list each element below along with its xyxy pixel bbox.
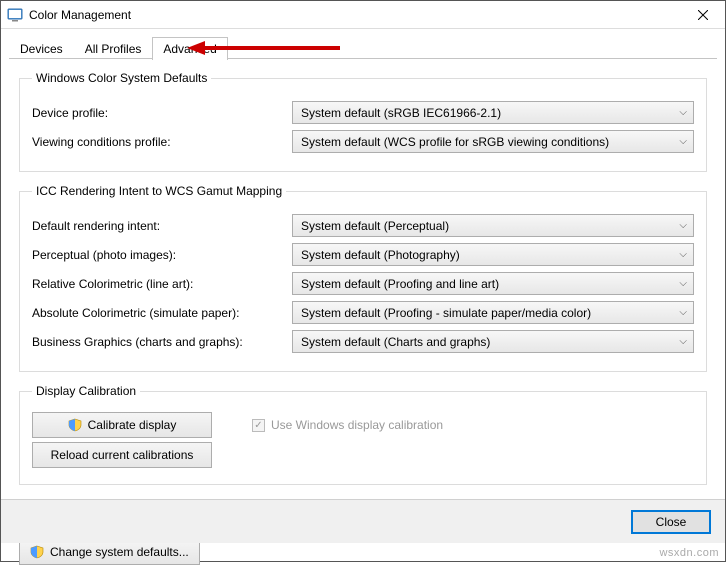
device-profile-dropdown[interactable]: System default (sRGB IEC61966-2.1) ⌵ <box>292 101 694 124</box>
group-windows-color-system-defaults: Windows Color System Defaults Device pro… <box>19 71 707 172</box>
close-button-label: Close <box>656 515 687 529</box>
tab-all-profiles[interactable]: All Profiles <box>74 37 153 60</box>
business-dropdown[interactable]: System default (Charts and graphs) ⌵ <box>292 330 694 353</box>
viewing-conditions-dropdown[interactable]: System default (WCS profile for sRGB vie… <box>292 130 694 153</box>
relative-value: System default (Proofing and line art) <box>301 277 499 291</box>
chevron-down-icon: ⌵ <box>679 307 687 318</box>
group-legend-calib: Display Calibration <box>32 384 140 398</box>
default-intent-label: Default rendering intent: <box>32 219 292 233</box>
chevron-down-icon: ⌵ <box>679 249 687 260</box>
business-label: Business Graphics (charts and graphs): <box>32 335 292 349</box>
window-title: Color Management <box>29 8 681 22</box>
change-system-defaults-button[interactable]: Change system defaults... <box>19 539 200 565</box>
chevron-down-icon: ⌵ <box>679 278 687 289</box>
change-system-defaults-label: Change system defaults... <box>50 545 189 559</box>
close-button[interactable]: Close <box>631 510 711 534</box>
watermark: wsxdn.com <box>659 547 719 559</box>
chevron-down-icon: ⌵ <box>679 107 687 118</box>
use-windows-calibration-label: Use Windows display calibration <box>271 418 443 432</box>
calibrate-display-button[interactable]: Calibrate display <box>32 412 212 438</box>
chevron-down-icon: ⌵ <box>679 220 687 231</box>
viewing-conditions-value: System default (WCS profile for sRGB vie… <box>301 135 609 149</box>
group-display-calibration: Display Calibration Calibrate display ✓ … <box>19 384 707 485</box>
tab-content: Windows Color System Defaults Device pro… <box>1 59 725 485</box>
shield-icon <box>68 418 82 432</box>
arrow-shaft <box>205 46 340 50</box>
group-legend-wcsd: Windows Color System Defaults <box>32 71 211 85</box>
tab-devices[interactable]: Devices <box>9 37 74 60</box>
chevron-down-icon: ⌵ <box>679 336 687 347</box>
perceptual-label: Perceptual (photo images): <box>32 248 292 262</box>
viewing-conditions-label: Viewing conditions profile: <box>32 135 292 149</box>
annotation-arrow <box>187 41 340 55</box>
group-legend-icc: ICC Rendering Intent to WCS Gamut Mappin… <box>32 184 286 198</box>
reload-calibrations-label: Reload current calibrations <box>51 448 194 462</box>
calibrate-display-label: Calibrate display <box>88 418 177 432</box>
shield-icon <box>30 545 44 559</box>
device-profile-value: System default (sRGB IEC61966-2.1) <box>301 106 501 120</box>
arrow-head-icon <box>187 41 205 55</box>
tab-strip: Devices All Profiles Advanced <box>1 29 725 59</box>
checkbox-icon: ✓ <box>252 419 265 432</box>
device-profile-label: Device profile: <box>32 106 292 120</box>
relative-label: Relative Colorimetric (line art): <box>32 277 292 291</box>
default-intent-dropdown[interactable]: System default (Perceptual) ⌵ <box>292 214 694 237</box>
business-value: System default (Charts and graphs) <box>301 335 490 349</box>
reload-calibrations-button[interactable]: Reload current calibrations <box>32 442 212 468</box>
absolute-label: Absolute Colorimetric (simulate paper): <box>32 306 292 320</box>
use-windows-calibration-checkbox: ✓ Use Windows display calibration <box>252 418 443 432</box>
app-icon <box>7 7 23 23</box>
tab-underline <box>9 58 717 59</box>
absolute-dropdown[interactable]: System default (Proofing - simulate pape… <box>292 301 694 324</box>
title-bar: Color Management <box>1 1 725 29</box>
relative-dropdown[interactable]: System default (Proofing and line art) ⌵ <box>292 272 694 295</box>
perceptual-value: System default (Photography) <box>301 248 460 262</box>
chevron-down-icon: ⌵ <box>679 136 687 147</box>
bottom-bar: Close <box>1 499 725 543</box>
window-close-button[interactable] <box>681 1 725 29</box>
perceptual-dropdown[interactable]: System default (Photography) ⌵ <box>292 243 694 266</box>
group-icc-rendering-intent: ICC Rendering Intent to WCS Gamut Mappin… <box>19 184 707 372</box>
absolute-value: System default (Proofing - simulate pape… <box>301 306 591 320</box>
default-intent-value: System default (Perceptual) <box>301 219 449 233</box>
